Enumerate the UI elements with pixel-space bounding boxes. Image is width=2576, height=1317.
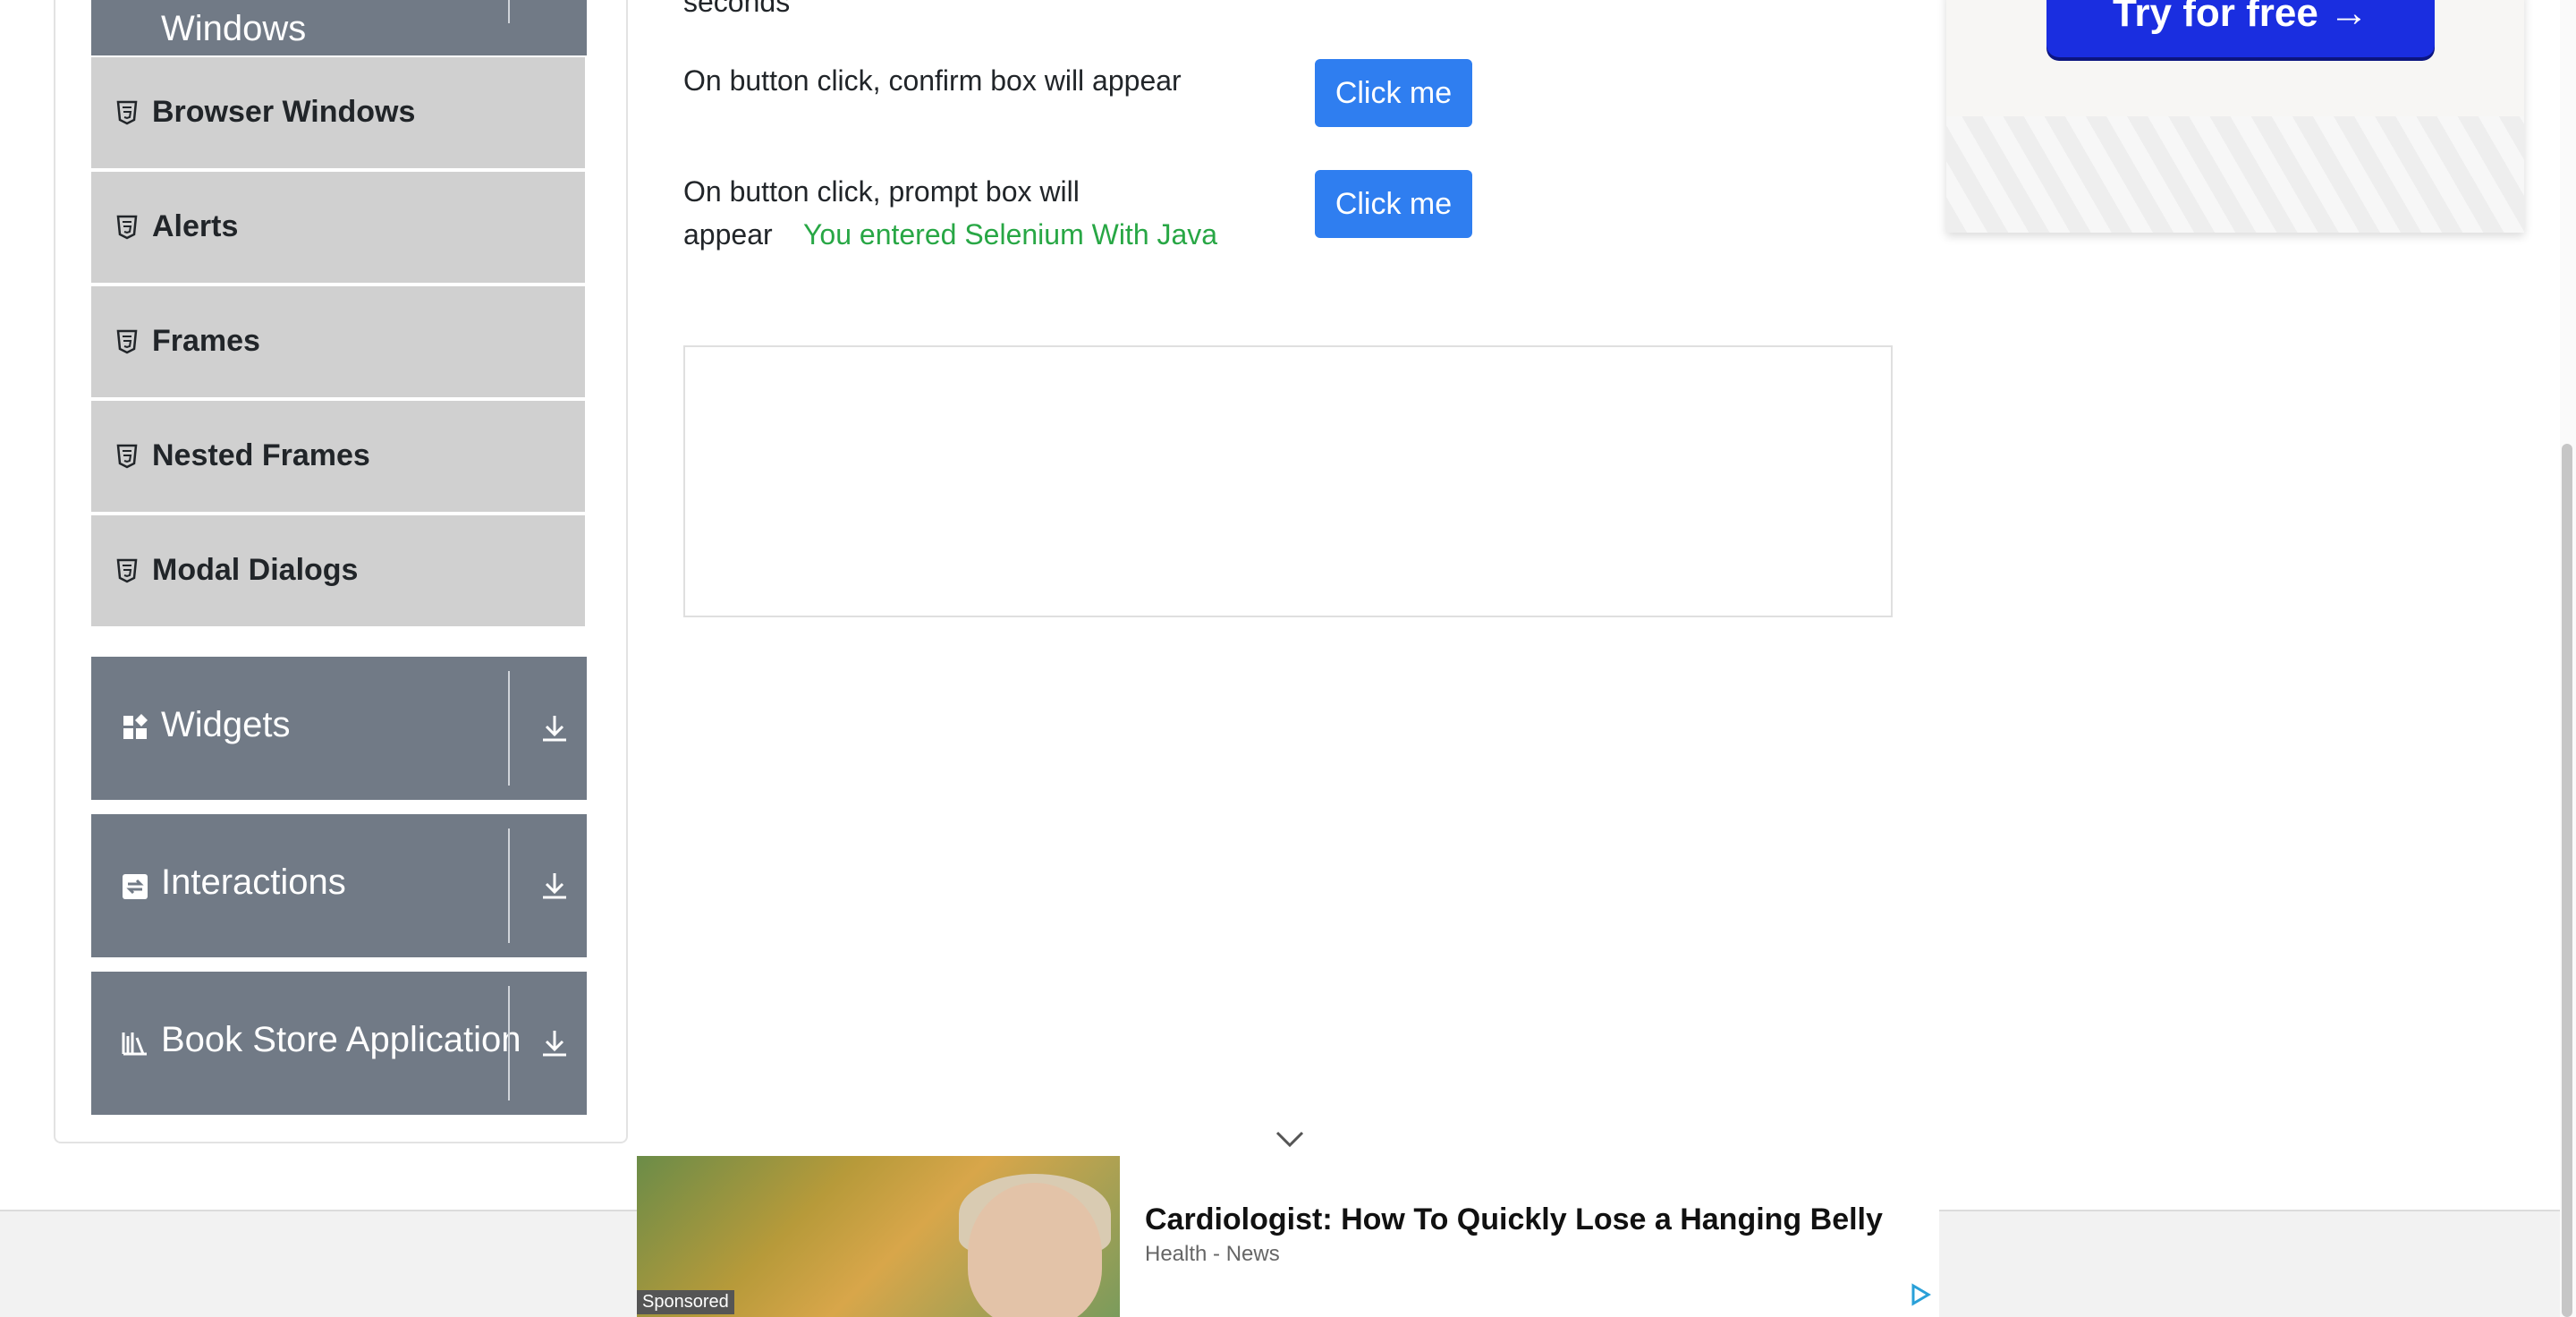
group-label: Widgets xyxy=(161,705,291,744)
group-header-book-store-application[interactable]: Book Store Application xyxy=(91,972,587,1115)
expand-icon[interactable] xyxy=(538,1027,571,1059)
sidebar-item-label: Alerts xyxy=(152,209,239,243)
adchoices-icon[interactable] xyxy=(1909,1283,1932,1306)
group-divider xyxy=(508,0,510,23)
ad-banner-top-right[interactable]: Try for free → xyxy=(1946,0,2524,233)
prompt-box-text-line2: appear xyxy=(683,218,773,251)
html5-icon xyxy=(116,558,138,583)
scrollbar-thumb[interactable] xyxy=(2562,444,2572,1317)
group-label: Interactions xyxy=(161,862,346,902)
group-divider xyxy=(508,671,510,786)
interactions-icon xyxy=(123,874,148,899)
sidebar-item-browser-windows[interactable]: Browser Windows xyxy=(91,57,585,168)
group-header-widgets[interactable]: Widgets xyxy=(91,657,587,800)
ad-background-pattern xyxy=(1946,116,2524,233)
prompt-click-me-button[interactable]: Click me xyxy=(1315,170,1472,238)
html5-icon xyxy=(116,444,138,469)
chevron-down-icon[interactable] xyxy=(1274,1129,1306,1149)
try-for-free-button[interactable]: Try for free → xyxy=(2046,0,2435,57)
prompt-box-text-line1: On button click, prompt box will xyxy=(683,175,1080,208)
library-icon xyxy=(122,1032,147,1056)
sidebar-item-label: Frames xyxy=(152,324,260,358)
sidebar-item-modal-dialogs[interactable]: Modal Dialogs xyxy=(91,515,585,626)
prompt-result-text: You entered Selenium With Java xyxy=(803,218,1218,251)
sponsored-label: Sponsored xyxy=(637,1290,734,1314)
expand-icon[interactable] xyxy=(538,712,571,744)
group-label: Windows xyxy=(161,9,307,48)
sidebar-item-alerts[interactable]: Alerts xyxy=(91,172,585,283)
html5-icon xyxy=(116,329,138,354)
widgets-icon xyxy=(123,714,148,739)
ad-placeholder-box xyxy=(683,345,1893,617)
ad-image-face xyxy=(968,1183,1102,1317)
timer-alert-text-partial: seconds xyxy=(683,0,791,18)
ad-headline[interactable]: Cardiologist: How To Quickly Lose a Hang… xyxy=(1145,1202,1883,1237)
group-divider xyxy=(508,986,510,1100)
group-header-alerts-frame-windows[interactable]: Windows xyxy=(91,0,587,55)
confirm-click-me-button[interactable]: Click me xyxy=(1315,59,1472,127)
group-label: Book Store Application xyxy=(161,1020,521,1059)
sidebar-item-nested-frames[interactable]: Nested Frames xyxy=(91,401,585,512)
ad-source: Health - News xyxy=(1145,1242,1280,1266)
sidebar-item-label: Modal Dialogs xyxy=(152,553,359,587)
group-divider xyxy=(508,828,510,943)
group-header-interactions[interactable]: Interactions xyxy=(91,814,587,957)
sidebar-item-label: Browser Windows xyxy=(152,95,416,129)
sidebar-item-label: Nested Frames xyxy=(152,438,370,472)
html5-icon xyxy=(116,100,138,125)
sponsored-ad-bottom[interactable]: Sponsored Cardiologist: How To Quickly L… xyxy=(637,1156,1939,1317)
confirm-box-text: On button click, confirm box will appear xyxy=(683,64,1182,97)
html5-icon xyxy=(116,215,138,240)
sidebar-item-frames[interactable]: Frames xyxy=(91,286,585,397)
expand-icon[interactable] xyxy=(538,870,571,902)
